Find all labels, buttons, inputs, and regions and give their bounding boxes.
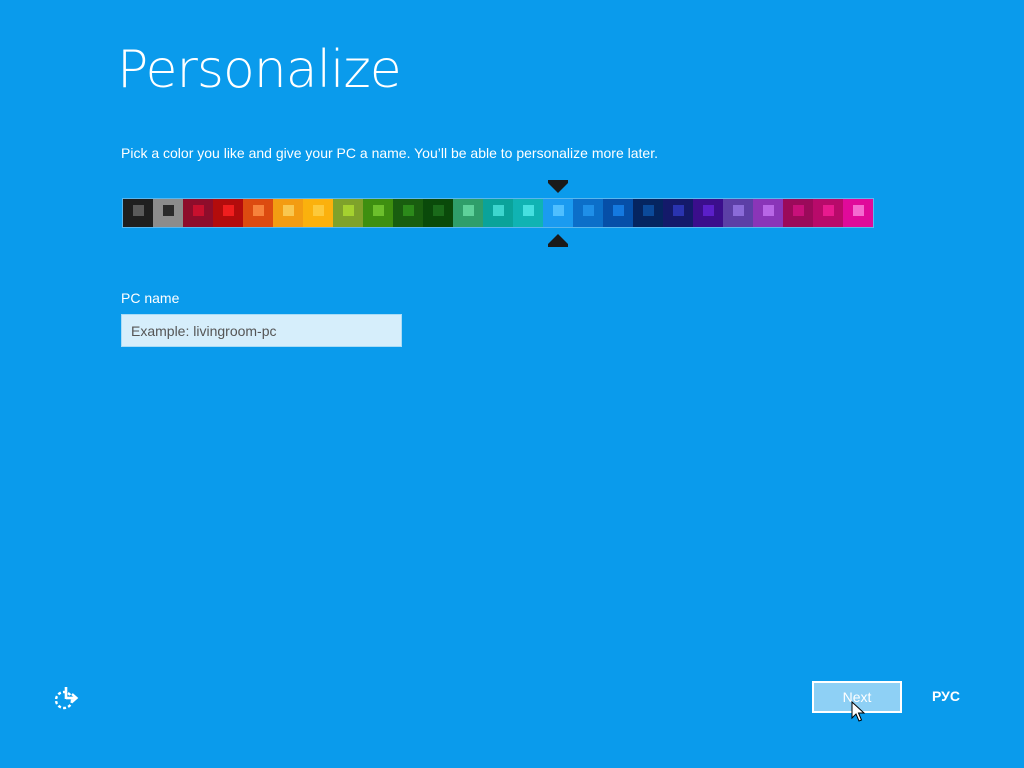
mouse-cursor-icon <box>851 701 865 722</box>
color-swatch-chip <box>823 205 834 216</box>
color-swatch-chip <box>133 205 144 216</box>
color-swatch[interactable] <box>123 199 153 227</box>
color-swatch[interactable] <box>573 199 603 227</box>
color-swatch-chip <box>403 205 414 216</box>
color-swatch-chip <box>253 205 264 216</box>
color-swatch[interactable] <box>243 199 273 227</box>
color-swatch[interactable] <box>843 199 873 227</box>
color-swatch[interactable] <box>333 199 363 227</box>
color-swatch-chip <box>433 205 444 216</box>
color-swatch[interactable] <box>453 199 483 227</box>
color-swatch[interactable] <box>183 199 213 227</box>
color-swatch[interactable] <box>483 199 513 227</box>
color-swatch-chip <box>343 205 354 216</box>
color-swatch-chip <box>193 205 204 216</box>
color-swatch-chip <box>703 205 714 216</box>
color-swatch[interactable] <box>153 199 183 227</box>
color-picker-strip[interactable] <box>122 198 874 228</box>
color-swatch[interactable] <box>213 199 243 227</box>
color-swatch[interactable] <box>723 199 753 227</box>
color-swatch[interactable] <box>273 199 303 227</box>
color-swatch-chip <box>673 205 684 216</box>
color-swatch[interactable] <box>633 199 663 227</box>
color-swatch-chip <box>523 205 534 216</box>
color-swatch-chip <box>163 205 174 216</box>
personalize-page: Personalize Pick a color you like and gi… <box>0 0 1024 768</box>
color-swatch-chip <box>763 205 774 216</box>
pc-name-label: PC name <box>121 290 180 306</box>
color-swatch[interactable] <box>393 199 423 227</box>
color-swatch-chip <box>493 205 504 216</box>
color-swatch[interactable] <box>513 199 543 227</box>
page-subtitle: Pick a color you like and give your PC a… <box>121 145 658 161</box>
color-swatch-chip <box>223 205 234 216</box>
page-title: Personalize <box>117 40 402 100</box>
color-swatch-chip <box>853 205 864 216</box>
color-swatch[interactable] <box>663 199 693 227</box>
color-swatch-chip <box>283 205 294 216</box>
color-swatch-chip <box>373 205 384 216</box>
ease-of-access-icon[interactable] <box>52 684 80 712</box>
selected-color-marker-bottom <box>548 234 569 247</box>
color-swatch[interactable] <box>753 199 783 227</box>
color-swatch-chip <box>583 205 594 216</box>
selected-color-marker-top <box>548 180 569 193</box>
color-swatch-chip <box>643 205 654 216</box>
color-swatch[interactable] <box>423 199 453 227</box>
color-swatch[interactable] <box>693 199 723 227</box>
color-swatch-chip <box>313 205 324 216</box>
color-swatch[interactable] <box>813 199 843 227</box>
color-swatch-chip <box>463 205 474 216</box>
color-swatch[interactable] <box>783 199 813 227</box>
color-swatch-chip <box>733 205 744 216</box>
color-swatch-chip <box>613 205 624 216</box>
color-swatch[interactable] <box>363 199 393 227</box>
color-swatch[interactable] <box>603 199 633 227</box>
color-swatch[interactable] <box>543 199 573 227</box>
pc-name-input[interactable] <box>121 314 402 347</box>
color-swatch-chip <box>553 205 564 216</box>
color-swatch-chip <box>793 205 804 216</box>
color-swatch[interactable] <box>303 199 333 227</box>
language-indicator[interactable]: РУС <box>932 688 960 704</box>
